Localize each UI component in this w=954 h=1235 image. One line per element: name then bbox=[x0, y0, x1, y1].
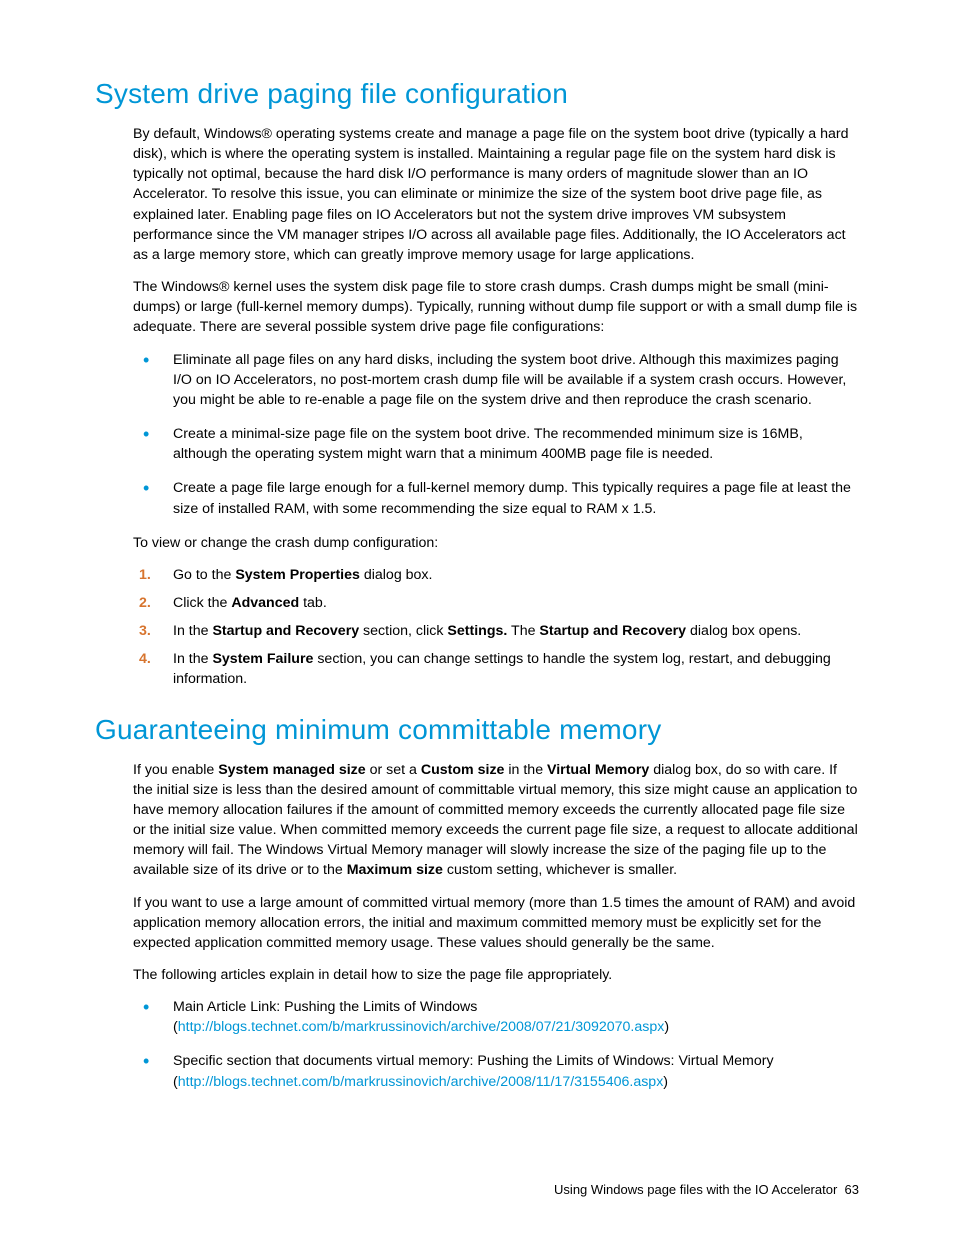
text: In the bbox=[173, 651, 212, 667]
page-footer: Using Windows page files with the IO Acc… bbox=[554, 1182, 859, 1197]
ordered-steps: Go to the System Properties dialog box. … bbox=[133, 565, 859, 690]
bold-text: Virtual Memory bbox=[547, 762, 649, 778]
text: If you enable bbox=[133, 762, 218, 778]
text: section, click bbox=[359, 623, 447, 639]
text: dialog box opens. bbox=[686, 623, 801, 639]
bold-text: System Properties bbox=[235, 567, 360, 583]
list-item: Main Article Link: Pushing the Limits of… bbox=[133, 997, 859, 1037]
hyperlink[interactable]: http://blogs.technet.com/b/markrussinovi… bbox=[178, 1074, 664, 1090]
list-item: Create a minimal-size page file on the s… bbox=[133, 424, 859, 464]
hyperlink[interactable]: http://blogs.technet.com/b/markrussinovi… bbox=[178, 1019, 665, 1035]
footer-text: Using Windows page files with the IO Acc… bbox=[554, 1182, 837, 1197]
text: tab. bbox=[299, 595, 327, 611]
text: In the bbox=[173, 623, 212, 639]
paragraph: If you enable System managed size or set… bbox=[133, 760, 859, 881]
list-item: Eliminate all page files on any hard dis… bbox=[133, 350, 859, 410]
bold-text: Settings. bbox=[447, 623, 507, 639]
list-item: Go to the System Properties dialog box. bbox=[133, 565, 859, 585]
bullet-list: Main Article Link: Pushing the Limits of… bbox=[133, 997, 859, 1092]
text: dialog box, do so with care. If the init… bbox=[133, 762, 858, 879]
bold-text: Startup and Recovery bbox=[539, 623, 686, 639]
list-item: In the System Failure section, you can c… bbox=[133, 649, 859, 689]
section1-heading: System drive paging file configuration bbox=[95, 78, 859, 110]
text: Click the bbox=[173, 595, 231, 611]
bullet-list: Eliminate all page files on any hard dis… bbox=[133, 350, 859, 519]
paragraph: To view or change the crash dump configu… bbox=[133, 533, 859, 553]
text: in the bbox=[504, 762, 547, 778]
text: dialog box. bbox=[360, 567, 433, 583]
section2-heading: Guaranteeing minimum committable memory bbox=[95, 714, 859, 746]
text: The bbox=[507, 623, 539, 639]
bold-text: System Failure bbox=[212, 651, 313, 667]
paragraph: If you want to use a large amount of com… bbox=[133, 893, 859, 953]
list-item: Specific section that documents virtual … bbox=[133, 1051, 859, 1091]
paragraph: By default, Windows® operating systems c… bbox=[133, 124, 859, 265]
page-number: 63 bbox=[845, 1182, 859, 1197]
paragraph: The Windows® kernel uses the system disk… bbox=[133, 277, 859, 337]
list-item: Create a page file large enough for a fu… bbox=[133, 478, 859, 518]
list-item: In the Startup and Recovery section, cli… bbox=[133, 621, 859, 641]
text: ) bbox=[664, 1019, 669, 1035]
bold-text: Custom size bbox=[421, 762, 505, 778]
text: ) bbox=[663, 1074, 668, 1090]
text: custom setting, whichever is smaller. bbox=[443, 862, 677, 878]
document-page: System drive paging file configuration B… bbox=[0, 0, 954, 1235]
bold-text: System managed size bbox=[218, 762, 365, 778]
bold-text: Startup and Recovery bbox=[212, 623, 359, 639]
text: or set a bbox=[366, 762, 421, 778]
list-item: Click the Advanced tab. bbox=[133, 593, 859, 613]
bold-text: Advanced bbox=[231, 595, 299, 611]
paragraph: The following articles explain in detail… bbox=[133, 965, 859, 985]
bold-text: Maximum size bbox=[347, 862, 443, 878]
text: Go to the bbox=[173, 567, 235, 583]
